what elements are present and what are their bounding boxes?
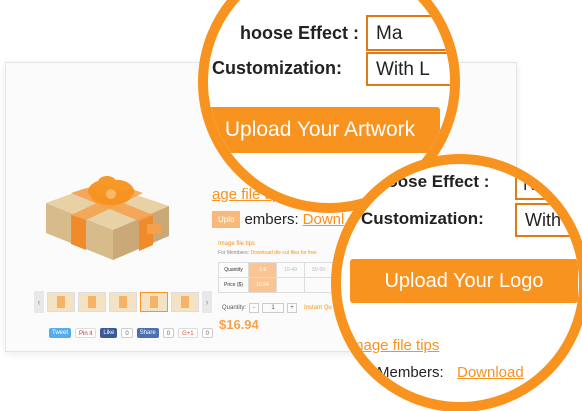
- pin-button[interactable]: Pin it: [75, 328, 97, 338]
- members-note-small: For Members: Download die-cut files for …: [218, 250, 317, 256]
- upload-button-small[interactable]: Uplo: [212, 211, 241, 228]
- gplus-button[interactable]: G+1: [178, 328, 198, 338]
- qty-minus-button[interactable]: -: [249, 303, 260, 313]
- instant-quote-link[interactable]: Instant Qu: [304, 305, 332, 311]
- thumbnail[interactable]: [140, 292, 168, 312]
- members-label-bg: embers:: [244, 211, 299, 228]
- social-share-bar: Tweet Pin it Like 0 Share 0 G+1 0: [49, 328, 213, 338]
- thumbnail[interactable]: [47, 292, 75, 312]
- customization-label: Customization:: [212, 58, 342, 78]
- table-cell: 1-9: [248, 262, 277, 278]
- choose-effect-label: hoose Effect :: [377, 172, 490, 191]
- image-file-tips-small[interactable]: Image file tips: [218, 241, 255, 247]
- thumbnail[interactable]: [78, 292, 106, 312]
- download-link-bg[interactable]: Downl: [303, 211, 345, 228]
- like-button[interactable]: Like: [100, 328, 118, 338]
- price-table: Quantity 1-9 10-49 50-99 Price ($) 16.94: [218, 262, 333, 293]
- upload-logo-button[interactable]: Upload Your Logo: [350, 259, 578, 303]
- tweet-button[interactable]: Tweet: [49, 328, 72, 338]
- table-cell: 50-99: [304, 262, 333, 278]
- qty-input[interactable]: 1: [262, 303, 285, 313]
- choose-effect-label: hoose Effect :: [240, 23, 360, 43]
- members-label-small: For Members:: [218, 250, 250, 256]
- thumb-next-icon[interactable]: ›: [202, 291, 212, 313]
- effect-select[interactable]: N: [515, 168, 579, 200]
- table-row: Price ($) 16.94: [218, 277, 333, 293]
- price-header: Price ($): [218, 277, 249, 293]
- quantity-stepper: Quantity: - 1 + Instant Qu: [222, 303, 332, 313]
- download-link-small[interactable]: Download die-cut files for free: [251, 250, 317, 256]
- thumbnail[interactable]: [171, 292, 199, 312]
- table-row: Quantity 1-9 10-49 50-99: [218, 262, 333, 278]
- table-cell: 16.94: [248, 277, 277, 293]
- like-count: 0: [121, 328, 133, 338]
- gplus-count: 0: [201, 328, 213, 338]
- customization-select[interactable]: With: [515, 203, 579, 237]
- magnifier-logo: hoose Effect : N Customization: With Upl…: [331, 154, 582, 411]
- effect-select[interactable]: Ma: [366, 15, 450, 51]
- members-label: Members:: [377, 364, 444, 381]
- image-file-tips-link[interactable]: mage file tips: [351, 337, 439, 354]
- table-cell: [304, 277, 333, 293]
- thumbnail[interactable]: [109, 292, 137, 312]
- members-row-bg: Uplo embers: Downl: [212, 211, 344, 228]
- upload-artwork-button[interactable]: Upload Your Artwork: [208, 107, 440, 153]
- customization-select[interactable]: With L: [366, 52, 450, 86]
- thumbnail-strip: ‹ ›: [34, 291, 212, 313]
- customization-label: Customization:: [361, 209, 484, 228]
- quantity-label: Quantity:: [222, 305, 247, 311]
- quantity-header: Quantity: [218, 262, 249, 278]
- table-cell: 10-49: [276, 262, 305, 278]
- share-count: 0: [162, 328, 175, 338]
- thumb-prev-icon[interactable]: ‹: [34, 291, 44, 313]
- table-cell: [276, 277, 305, 293]
- product-price: $16.94: [219, 317, 259, 332]
- qty-plus-button[interactable]: +: [287, 303, 298, 313]
- share-button[interactable]: Share: [136, 328, 159, 338]
- download-link[interactable]: Download: [457, 364, 524, 381]
- gift-box-image: [46, 176, 169, 260]
